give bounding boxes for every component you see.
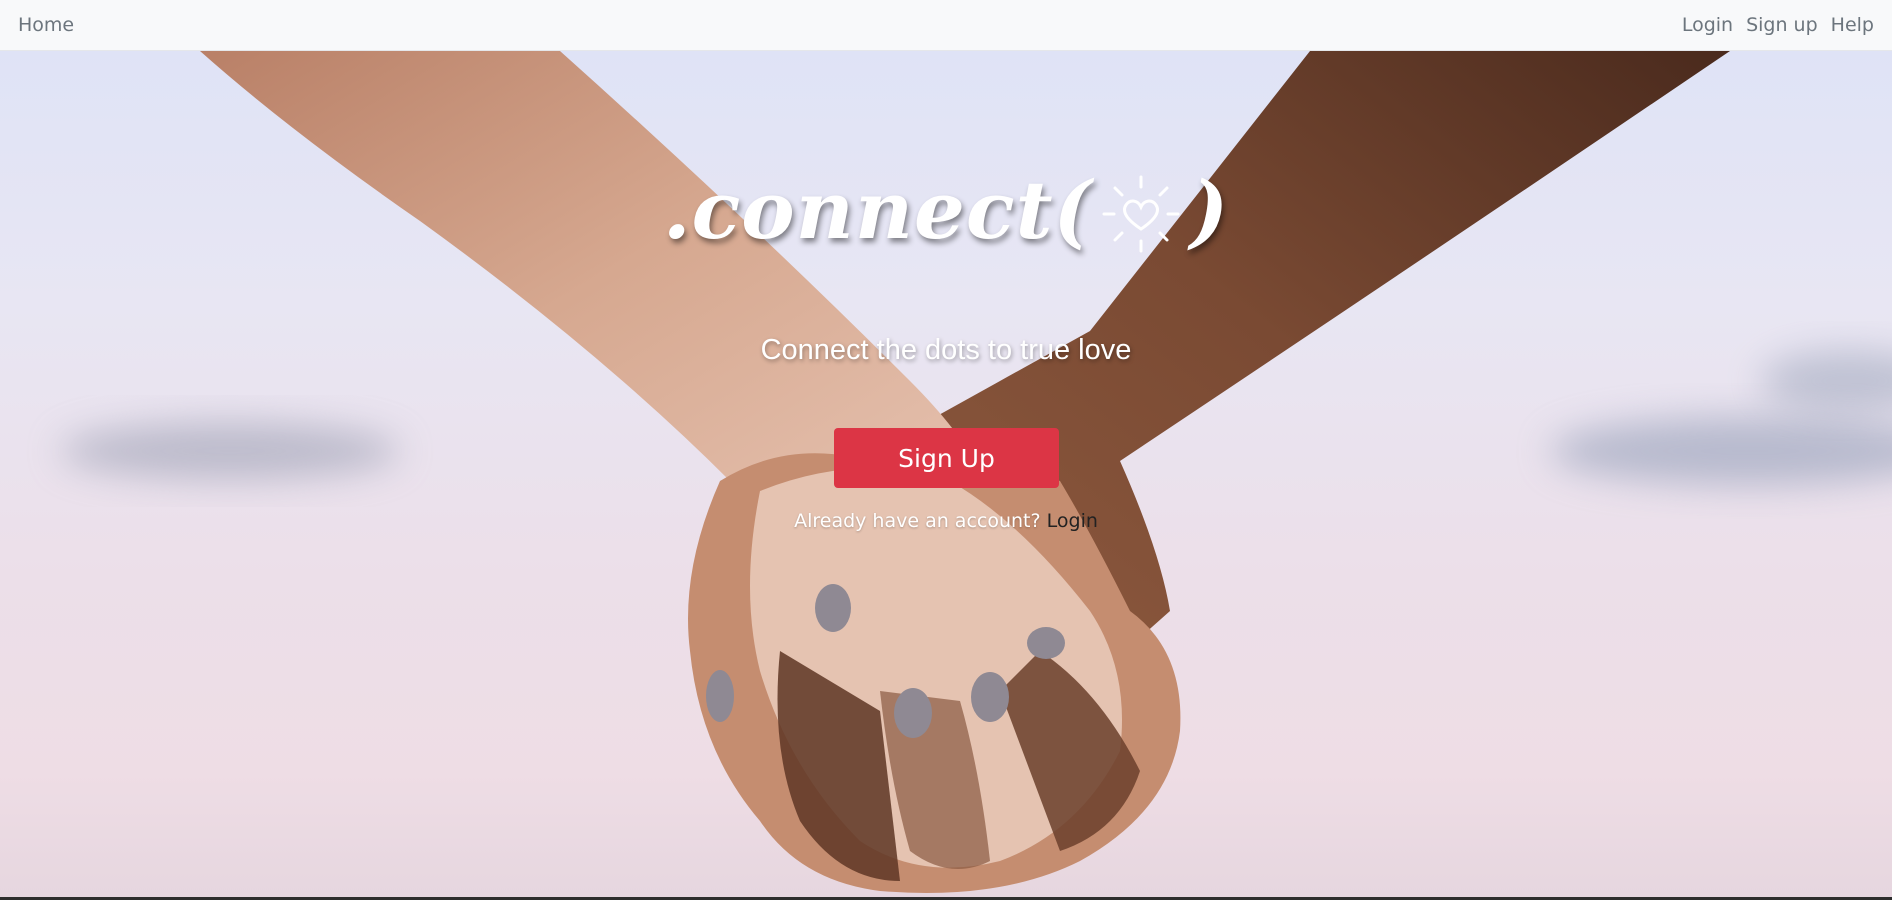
- nav-login-link[interactable]: Login: [1682, 14, 1733, 36]
- nav-home-link[interactable]: Home: [18, 14, 74, 36]
- logo-close-paren: ): [1190, 163, 1230, 257]
- account-prompt-text: Already have an account?: [794, 510, 1041, 532]
- hero-section: .connect( ) Connect the dots to true lov…: [0, 51, 1892, 900]
- brand-logo: .connect( ): [0, 161, 1892, 259]
- account-prompt-line: Already have an account? Login: [0, 510, 1892, 532]
- hero-content: .connect( ) Connect the dots to true lov…: [0, 51, 1892, 900]
- tagline: Connect the dots to true love: [760, 334, 1132, 366]
- heart-sun-icon: [1102, 175, 1180, 253]
- nav-help-link[interactable]: Help: [1831, 14, 1874, 36]
- logo-text: .connect(: [662, 163, 1093, 257]
- nav-signup-link[interactable]: Sign up: [1746, 14, 1818, 36]
- login-link[interactable]: Login: [1047, 510, 1098, 532]
- signup-button[interactable]: Sign Up: [834, 428, 1059, 488]
- nav-right-group: Login Sign up Help: [1682, 14, 1874, 36]
- top-navbar: Home Login Sign up Help: [0, 0, 1892, 51]
